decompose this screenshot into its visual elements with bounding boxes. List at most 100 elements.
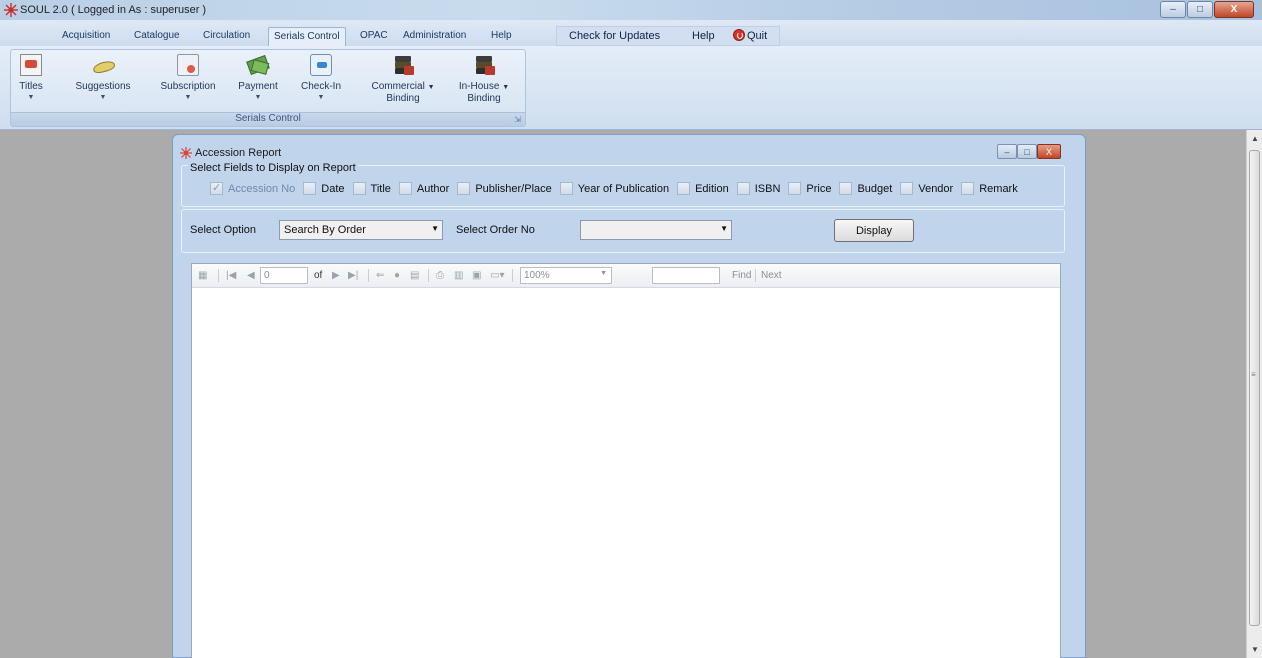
in-house-label: In-House <box>458 81 500 92</box>
checkbox-box[interactable] <box>961 182 975 195</box>
titles-icon <box>20 54 42 76</box>
find-input[interactable] <box>652 267 720 284</box>
close-button[interactable]: X <box>1214 1 1254 18</box>
dropdown-arrow-icon: ▼ <box>720 224 728 233</box>
find-next-button[interactable]: Next <box>761 270 782 281</box>
checkbox-remark[interactable]: Remark <box>961 182 1018 195</box>
checkbox-box[interactable] <box>210 181 223 195</box>
check-for-updates-button[interactable]: Check for Updates <box>569 30 660 42</box>
child-minimize-button[interactable]: – <box>997 144 1017 159</box>
select-option-value: Search By Order <box>284 224 366 236</box>
page-setup-icon[interactable]: ▣ <box>472 270 481 281</box>
minimize-button[interactable]: – <box>1160 1 1186 18</box>
tab-catalogue[interactable]: Catalogue <box>134 30 180 41</box>
check-in-label: Check-In <box>300 81 341 92</box>
child-maximize-button[interactable]: □ <box>1017 144 1037 159</box>
last-page-icon[interactable]: ▶| <box>348 270 358 281</box>
titles-button[interactable]: Titles ▼ <box>17 54 45 101</box>
checkbox-box[interactable] <box>352 182 366 195</box>
dropdown-arrow-icon: ▼ <box>254 94 262 101</box>
checkbox-date[interactable]: Date <box>303 182 345 195</box>
checkbox-box[interactable] <box>788 182 802 195</box>
quick-actions: Check for Updates Help Quit <box>556 26 780 46</box>
next-page-icon[interactable]: ▶ <box>332 270 340 281</box>
checkbox-box[interactable] <box>559 182 573 195</box>
suggestions-button[interactable]: Suggestions ▼ <box>69 54 137 101</box>
report-viewer[interactable]: ▦ |◀ ◀ 0 of ▶ ▶| ⇐ ● ▤ ⎙ ▥ ▣ ▭▾ 100% ▼ F… <box>191 263 1061 658</box>
in-house-binding-label: Binding <box>467 93 501 104</box>
checkbox-box[interactable] <box>303 182 317 195</box>
subscription-button[interactable]: Subscription ▼ <box>155 54 221 101</box>
report-logo-icon <box>180 147 192 159</box>
dropdown-arrow-icon: ▼ <box>427 84 435 91</box>
checkbox-box[interactable] <box>736 182 750 195</box>
checkbox-vendor[interactable]: Vendor <box>900 182 953 195</box>
checkbox-label: Publisher/Place <box>475 182 552 195</box>
tab-help[interactable]: Help <box>491 30 512 41</box>
tab-circulation[interactable]: Circulation <box>203 30 250 41</box>
dropdown-arrow-icon: ▼ <box>431 224 439 233</box>
checkbox-accession-no[interactable]: Accession No <box>210 181 295 195</box>
workspace-scrollbar[interactable]: ▲ ≡ ▼ <box>1246 130 1262 658</box>
select-option-label: Select Option <box>190 224 257 236</box>
child-close-button[interactable]: X <box>1037 144 1061 159</box>
page-number-input[interactable]: 0 <box>260 267 308 284</box>
refresh-icon[interactable]: ▤ <box>410 270 419 281</box>
tab-opac[interactable]: OPAC <box>360 30 388 41</box>
quit-button[interactable]: Quit <box>747 30 767 42</box>
in-house-binding-button[interactable]: In-House ▼ Binding <box>451 54 517 104</box>
checkbox-title[interactable]: Title <box>352 182 391 195</box>
checkbox-budget[interactable]: Budget <box>839 182 892 195</box>
payment-button[interactable]: Payment ▼ <box>233 54 283 101</box>
tab-serials-control[interactable]: Serials Control <box>268 27 346 46</box>
display-button[interactable]: Display <box>834 219 914 242</box>
tab-administration[interactable]: Administration <box>403 30 466 41</box>
suggestions-label: Suggestions <box>75 81 131 92</box>
first-page-icon[interactable]: |◀ <box>226 270 236 281</box>
print-icon[interactable]: ⎙ <box>436 270 444 281</box>
toolbar-separator <box>755 269 756 282</box>
dropdown-arrow-icon: ▼ <box>184 94 192 101</box>
scroll-up-icon[interactable]: ▲ <box>1247 134 1262 143</box>
subscription-label: Subscription <box>160 81 216 92</box>
checkbox-label: Author <box>416 182 450 195</box>
check-in-icon <box>310 54 332 76</box>
print-layout-icon[interactable]: ▥ <box>454 270 463 281</box>
stop-icon[interactable]: ● <box>394 270 400 281</box>
checkbox-box[interactable] <box>839 182 853 195</box>
select-order-dropdown[interactable]: ▼ <box>580 220 732 240</box>
select-option-dropdown[interactable]: Search By Order ▼ <box>279 220 443 240</box>
checkbox-label: Date <box>321 182 345 195</box>
checkbox-edition[interactable]: Edition <box>677 182 729 195</box>
dialog-launcher-icon[interactable]: ⇲ <box>514 115 521 124</box>
checkbox-publisher-place[interactable]: Publisher/Place <box>457 182 552 195</box>
checkbox-isbn[interactable]: ISBN <box>736 182 780 195</box>
checkbox-year-of-publication[interactable]: Year of Publication <box>559 182 669 195</box>
zoom-value: 100% <box>524 270 550 281</box>
tab-acquisition[interactable]: Acquisition <box>62 30 110 41</box>
find-button[interactable]: Find <box>732 270 751 281</box>
checkbox-box[interactable] <box>457 182 471 195</box>
maximize-button[interactable]: □ <box>1187 1 1213 18</box>
export-icon[interactable]: ▭▾ <box>490 270 504 281</box>
back-icon[interactable]: ⇐ <box>376 270 384 281</box>
commercial-binding-button[interactable]: Commercial ▼ Binding <box>367 54 439 104</box>
checkbox-price[interactable]: Price <box>788 182 831 195</box>
scroll-down-icon[interactable]: ▼ <box>1247 645 1262 654</box>
fields-group: Select Fields to Display on Report Acces… <box>181 162 1065 207</box>
subscription-icon <box>177 54 199 76</box>
help-button[interactable]: Help <box>692 30 715 42</box>
checkbox-box[interactable] <box>677 182 691 195</box>
check-in-button[interactable]: Check-In ▼ <box>297 54 345 101</box>
checkbox-box[interactable] <box>398 182 412 195</box>
title-bar: SOUL 2.0 ( Logged in As : superuser ) – … <box>0 0 1262 20</box>
checkbox-label: Remark <box>979 182 1018 195</box>
zoom-dropdown[interactable]: 100% ▼ <box>520 267 612 284</box>
checkbox-label: Budget <box>857 182 893 195</box>
checkbox-author[interactable]: Author <box>398 182 450 195</box>
checkbox-label: Edition <box>695 182 729 195</box>
previous-page-icon[interactable]: ◀ <box>247 270 255 281</box>
scrollbar-thumb[interactable] <box>1249 150 1260 626</box>
document-map-icon[interactable]: ▦ <box>198 270 207 281</box>
checkbox-box[interactable] <box>900 182 914 195</box>
